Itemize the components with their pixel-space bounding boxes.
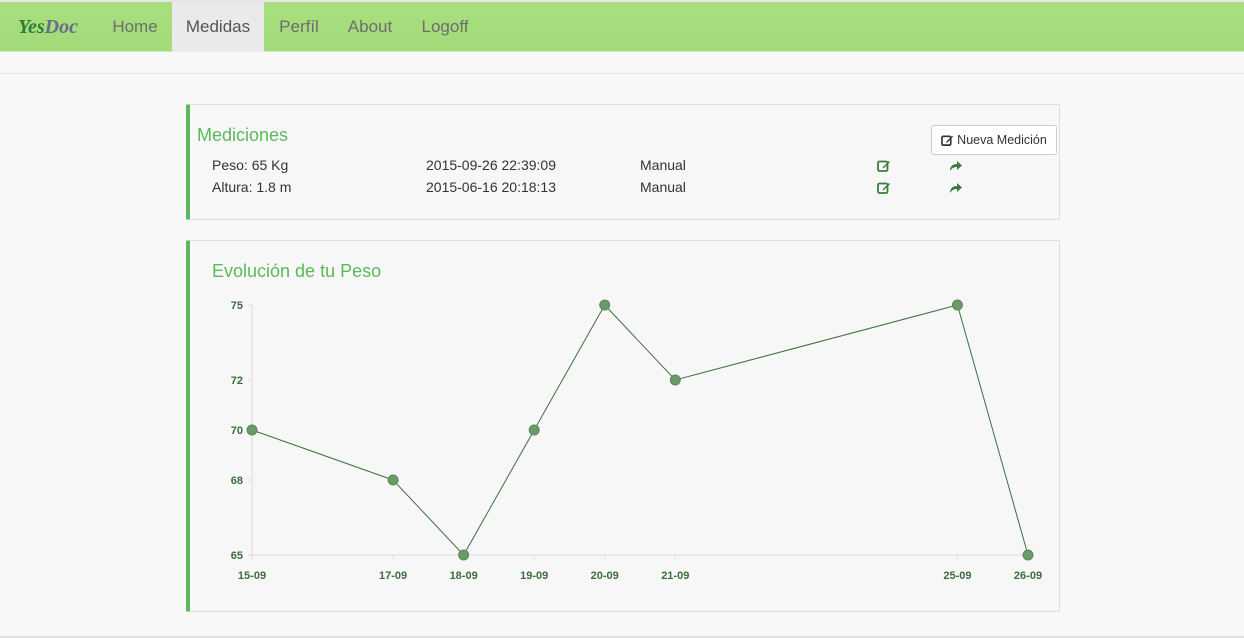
divider <box>0 73 1244 74</box>
nav-item-about[interactable]: About <box>334 2 406 52</box>
datetime-cell: 2015-06-16 20:18:13 <box>426 179 556 195</box>
nueva-medicion-button[interactable]: Nueva Medición <box>931 125 1057 155</box>
source-cell: Manual <box>640 179 686 195</box>
nueva-medicion-label: Nueva Medición <box>957 133 1047 147</box>
nav-item-logoff[interactable]: Logoff <box>406 2 484 52</box>
navbar: YesDoc Home Medidas Perfíl About Logoff <box>0 0 1244 52</box>
datetime-cell: 2015-09-26 22:39:09 <box>426 157 556 173</box>
chart-panel: Evolución de tu Peso <box>186 240 1060 612</box>
chart-title: Evolución de tu Peso <box>212 261 382 281</box>
mediciones-title: Mediciones <box>197 125 289 145</box>
source-cell: Manual <box>640 157 686 173</box>
measure-cell: Altura: 1.8 m <box>212 179 292 195</box>
nav-item-perfil[interactable]: Perfíl <box>264 2 334 52</box>
edit-icon <box>941 134 954 146</box>
share-icon[interactable] <box>949 181 963 195</box>
brand-part1: Yes <box>18 16 45 38</box>
edit-icon[interactable] <box>877 159 891 173</box>
brand-part2: Doc <box>44 16 78 38</box>
nav-item-home[interactable]: Home <box>98 2 172 52</box>
edit-icon[interactable] <box>877 181 891 195</box>
mediciones-panel: Mediciones Nueva Medición Peso: 65 Kg 20… <box>186 104 1060 220</box>
brand-logo[interactable]: YesDoc <box>18 16 78 39</box>
measure-cell: Peso: 65 Kg <box>212 157 289 173</box>
share-icon[interactable] <box>949 159 963 173</box>
nav-item-medidas[interactable]: Medidas <box>172 2 264 52</box>
